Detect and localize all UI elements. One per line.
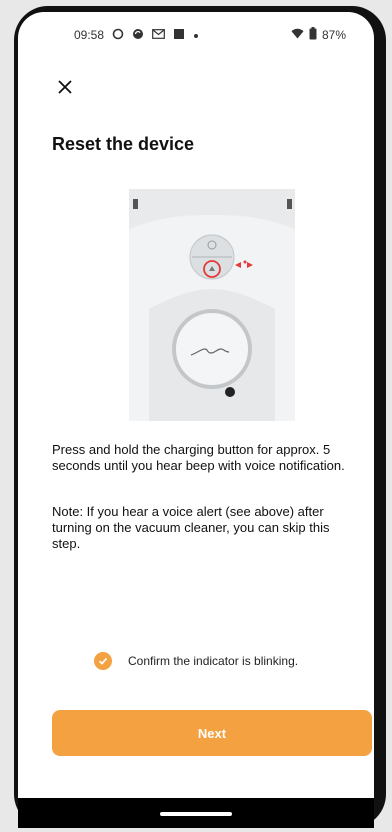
status-left: 09:58 [74, 28, 199, 43]
home-indicator[interactable] [160, 812, 232, 816]
mail-icon [152, 28, 165, 42]
status-time: 09:58 [74, 28, 105, 42]
close-icon [58, 80, 72, 94]
battery-percent: 87% [321, 28, 346, 42]
instruction-text: Press and hold the charging button for a… [52, 442, 345, 473]
status-right: 87% [291, 27, 346, 43]
next-button[interactable]: Next [52, 710, 372, 756]
note-text: Note: If you hear a voice alert (see abo… [52, 504, 330, 551]
ring-icon [112, 28, 124, 43]
square-icon [173, 28, 185, 43]
app-screen: 09:58 87% Reset the device Press and hol… [18, 12, 374, 828]
battery-icon [309, 27, 317, 43]
page-title: Reset the device [52, 134, 195, 154]
confirm-label: Confirm the indicator is blinking. [128, 654, 299, 668]
wifi-icon [291, 28, 304, 42]
dot-icon [193, 28, 199, 42]
confirm-row[interactable]: Confirm the indicator is blinking. [94, 652, 298, 670]
confirm-checkbox[interactable] [94, 652, 112, 670]
close-button[interactable] [54, 76, 76, 98]
checkmark-icon [98, 657, 108, 665]
device-illustration [129, 189, 295, 421]
next-button-label: Next [197, 725, 227, 741]
sync-icon [132, 28, 144, 43]
status-bar: 09:58 87% [18, 12, 374, 58]
